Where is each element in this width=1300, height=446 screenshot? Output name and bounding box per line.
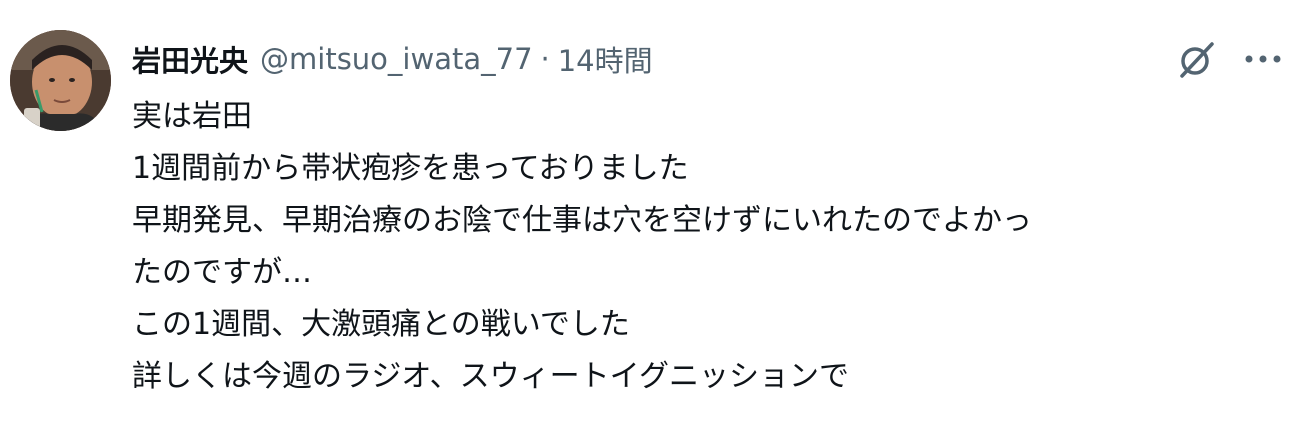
grok-symbol-icon — [1180, 42, 1214, 78]
user-avatar-icon — [10, 30, 111, 131]
tweet-text-line: たのですが… — [132, 255, 312, 290]
tweet-header: 岩田光央 @mitsuo_iwata_77 · 14時間 — [132, 36, 653, 82]
tweet-text: 実は岩田 1週間前から帯状疱疹を患っておりました 早期発見、早期治療のお陰で仕事… — [132, 91, 1282, 403]
ellipsis-icon — [1245, 55, 1281, 63]
tweet-text-line: 1週間前から帯状疱疹を患っておりました — [132, 151, 689, 186]
timestamp[interactable]: 14時間 — [558, 38, 653, 80]
display-name[interactable]: 岩田光央 — [132, 38, 248, 80]
more-options-icon[interactable] — [1240, 36, 1286, 82]
tweet: 岩田光央 @mitsuo_iwata_77 · 14時間 実は岩田 1週間前から… — [0, 0, 1300, 446]
tweet-text-line: この1週間、大激頭痛との戦いでした — [132, 307, 630, 342]
tweet-text-line: 早期発見、早期治療のお陰で仕事は穴を空けずにいれたのでよかっ — [132, 203, 1032, 238]
separator-dot: · — [540, 42, 550, 76]
tweet-text-line: 実は岩田 — [132, 99, 252, 134]
tweet-text-line: 詳しくは今週のラジオ、スウィートイグニッションで — [132, 359, 849, 394]
user-handle[interactable]: @mitsuo_iwata_77 — [260, 42, 533, 76]
avatar[interactable] — [10, 30, 111, 131]
grok-icon[interactable] — [1172, 36, 1220, 84]
